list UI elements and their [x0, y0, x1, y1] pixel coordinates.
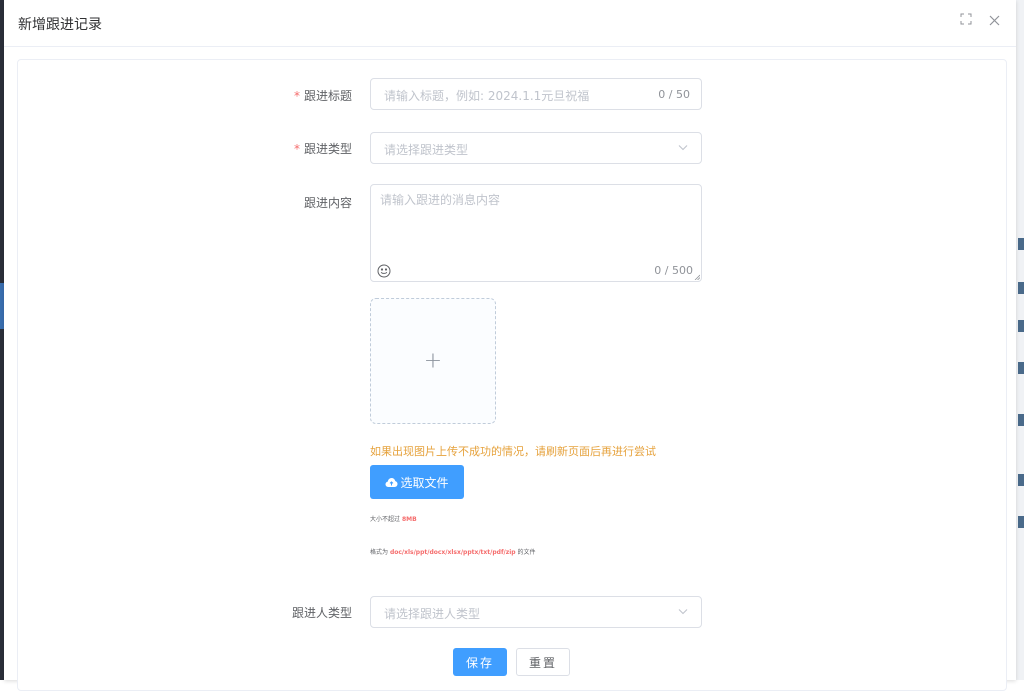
- select-file-button[interactable]: 选取文件: [370, 465, 464, 499]
- person-type-label: 跟进人类型: [291, 606, 352, 620]
- size-tip: 大小不超过 8MB: [370, 516, 417, 523]
- resize-handle[interactable]: [694, 274, 700, 280]
- title-input[interactable]: 请输入标题，例如: 2024.1.1元旦祝福 0 / 50: [370, 78, 702, 110]
- smile-icon[interactable]: [377, 264, 391, 278]
- save-button[interactable]: 保存: [453, 648, 507, 676]
- fullscreen-icon[interactable]: [958, 13, 974, 29]
- background-page-edge: [1016, 0, 1024, 680]
- title-char-count: 0 / 50: [658, 88, 690, 101]
- plus-icon: +: [423, 348, 443, 374]
- upload-warning-text: 如果出现图片上传不成功的情况，请刷新页面后再进行尝试: [370, 445, 656, 458]
- follow-up-dialog: 新增跟进记录 * 跟进标题 请输入标题，例如: 2024.1.1元旦祝福 0 / …: [4, 0, 1016, 691]
- content-label: 跟进内容: [303, 196, 352, 210]
- title-label: * 跟进标题: [293, 89, 352, 103]
- cloud-upload-icon: [385, 477, 398, 487]
- format-tip: 格式为 doc/xls/ppt/docx/xlsx/pptx/txt/pdf/z…: [370, 549, 536, 556]
- dialog-header: 新增跟进记录: [4, 0, 1016, 47]
- required-mark: *: [293, 89, 300, 103]
- chevron-down-icon: [678, 609, 688, 615]
- close-icon[interactable]: [986, 13, 1002, 29]
- type-label: * 跟进类型: [293, 142, 352, 156]
- chevron-down-icon: [678, 145, 688, 151]
- required-mark: *: [293, 142, 300, 156]
- person-type-select[interactable]: 请选择跟进人类型: [370, 596, 702, 628]
- dialog-title: 新增跟进记录: [18, 17, 102, 33]
- type-select-placeholder: 请选择跟进类型: [384, 143, 469, 157]
- reset-button[interactable]: 重置: [516, 648, 570, 676]
- image-upload-box[interactable]: +: [370, 298, 496, 424]
- select-file-label: 选取文件: [400, 475, 449, 490]
- type-select[interactable]: 请选择跟进类型: [370, 132, 702, 164]
- title-input-placeholder: 请输入标题，例如: 2024.1.1元旦祝福: [384, 89, 590, 103]
- content-textarea[interactable]: 请输入跟进的消息内容 0 / 500: [370, 184, 702, 282]
- content-textarea-placeholder: 请输入跟进的消息内容: [380, 193, 501, 207]
- content-char-count: 0 / 500: [654, 264, 693, 277]
- person-type-placeholder: 请选择跟进人类型: [384, 607, 481, 621]
